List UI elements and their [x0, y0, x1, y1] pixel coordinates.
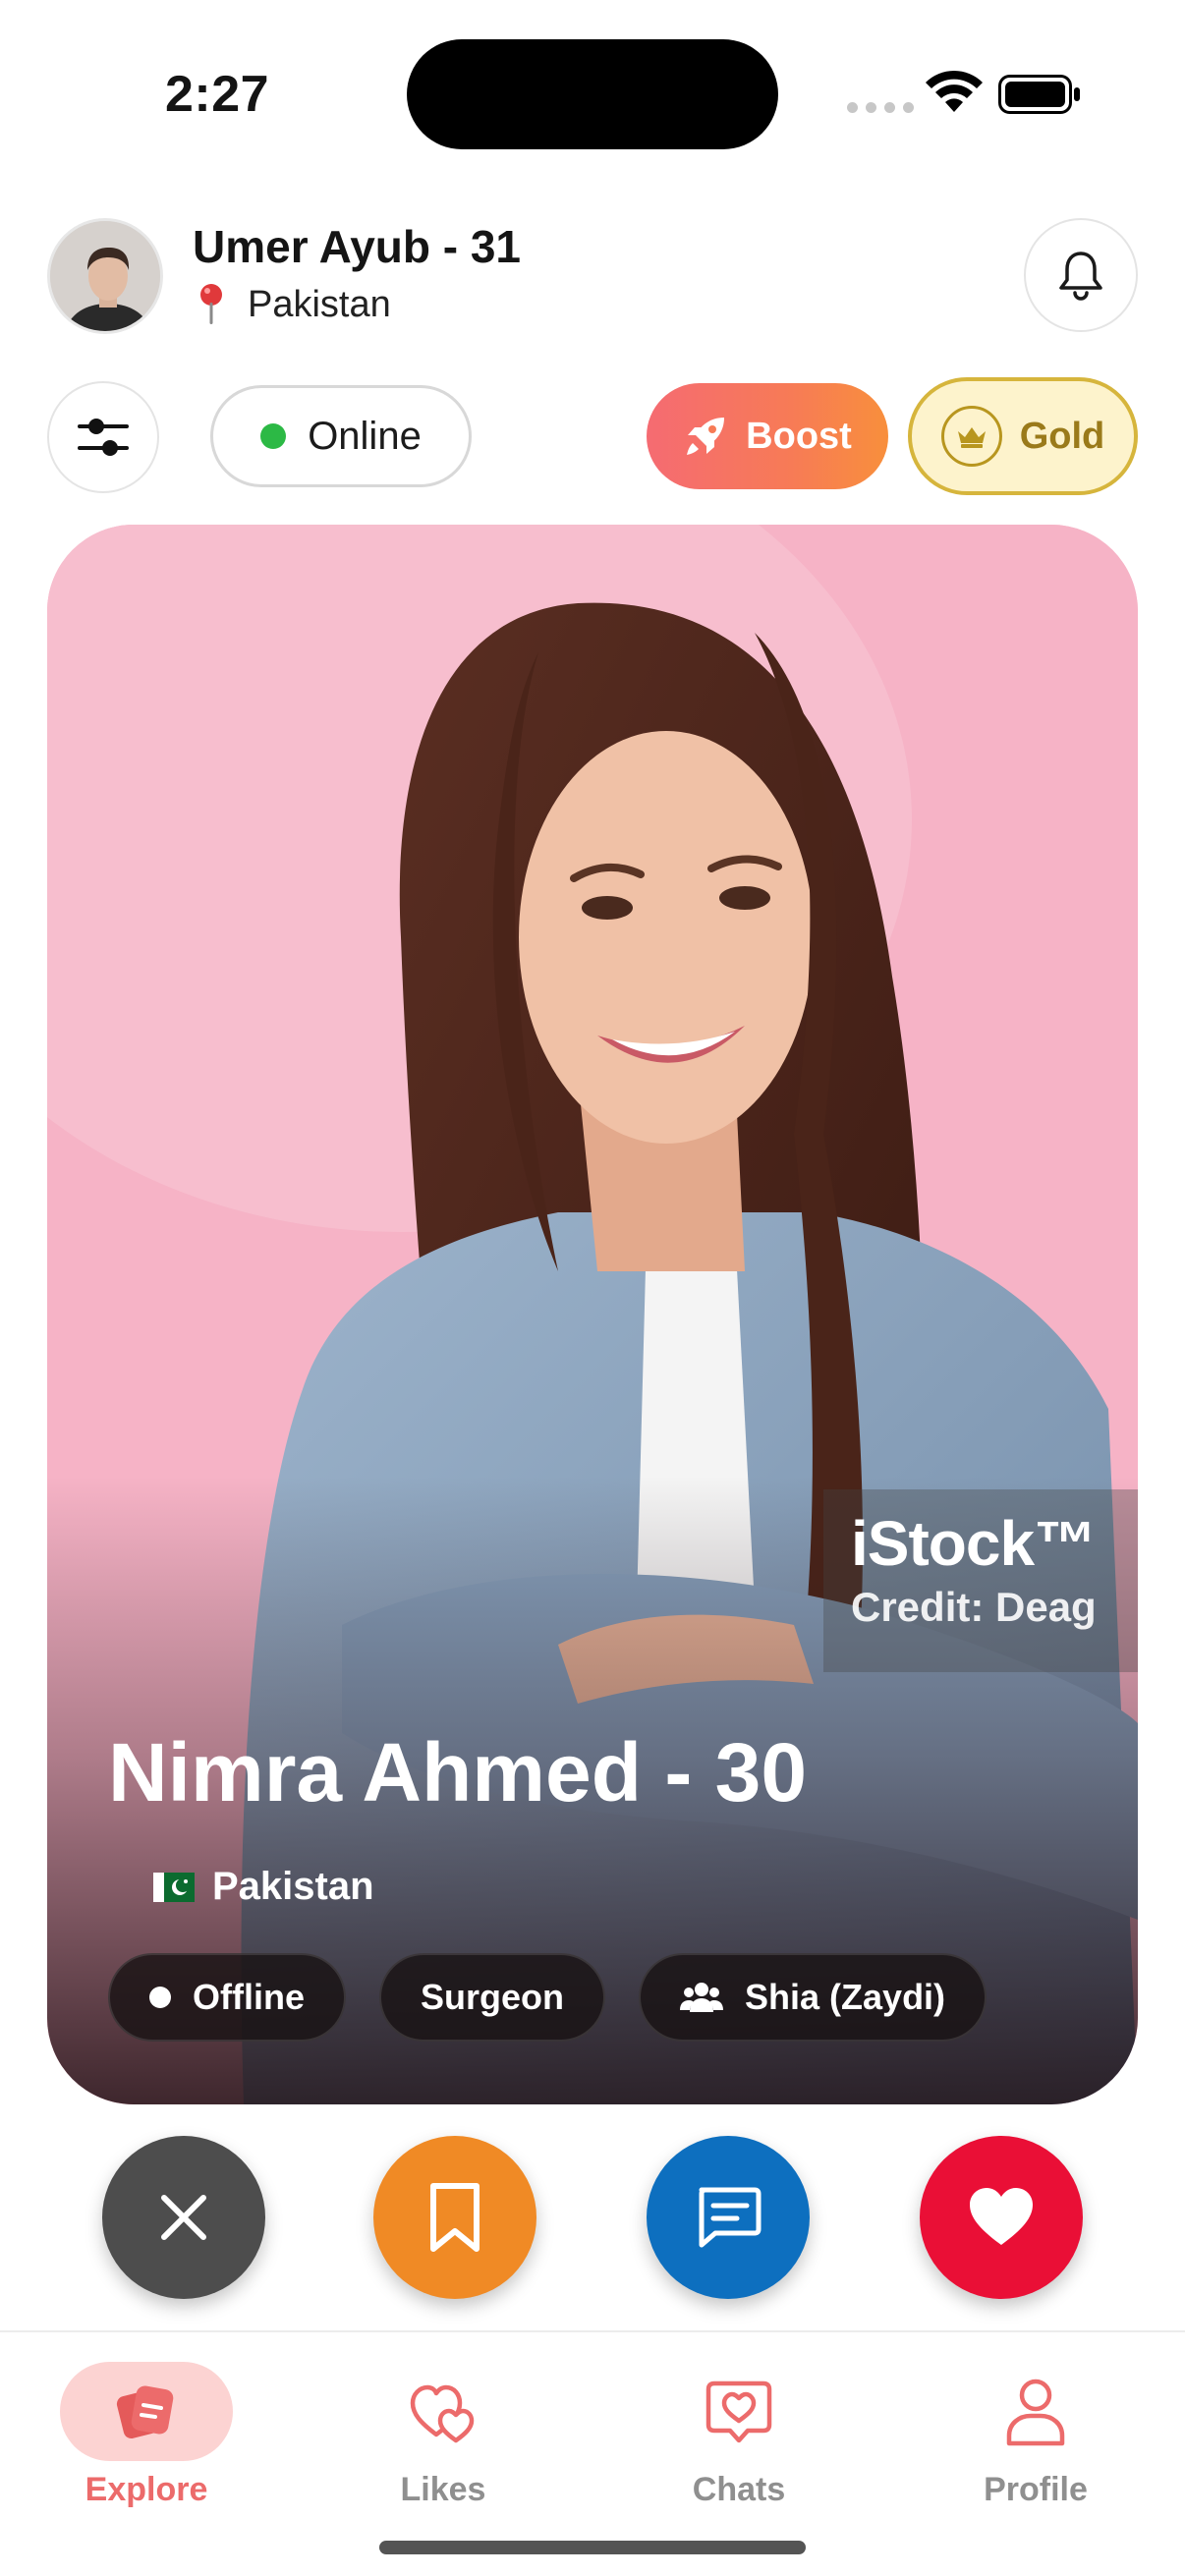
user-avatar-image [50, 221, 160, 331]
save-button[interactable] [373, 2136, 536, 2299]
like-button[interactable] [920, 2136, 1083, 2299]
dot-icon [149, 1987, 171, 2008]
nav-chats-label: Chats [692, 2471, 786, 2508]
match-location: Pakistan [153, 1865, 374, 1909]
group-icon [680, 1983, 724, 2012]
nav-explore[interactable]: Explore [48, 2362, 245, 2509]
nav-chats[interactable]: Chats [641, 2362, 837, 2509]
filter-button[interactable] [47, 381, 159, 493]
dynamic-island [407, 39, 778, 149]
user-location-label: Pakistan [248, 283, 391, 325]
gold-label: Gold [1019, 415, 1105, 457]
message-button[interactable] [647, 2136, 810, 2299]
nav-profile[interactable]: Profile [937, 2362, 1134, 2509]
home-indicator [379, 2541, 806, 2554]
online-status-label: Online [308, 414, 422, 458]
message-icon [699, 2187, 762, 2248]
bell-icon [1059, 252, 1102, 301]
nav-profile-label: Profile [984, 2471, 1088, 2508]
nav-divider [0, 2330, 1185, 2332]
gold-button[interactable]: Gold [908, 377, 1138, 495]
wifi-icon [926, 70, 983, 112]
battery-icon [998, 75, 1080, 114]
nav-likes[interactable]: Likes [345, 2362, 541, 2509]
heart-chat-icon [705, 2380, 772, 2442]
tag-sect: Shia (Zaydi) [639, 1953, 988, 2042]
watermark-credit: Credit: Deag [851, 1584, 1097, 1630]
online-status-toggle[interactable]: Online [210, 385, 472, 487]
watermark: iStock™ Credit: Deag [823, 1489, 1138, 1672]
online-dot-icon [260, 423, 287, 449]
match-name: Nimra Ahmed - 30 [108, 1726, 808, 1819]
cards-icon [116, 2384, 174, 2438]
match-location-label: Pakistan [212, 1865, 374, 1908]
boost-label: Boost [746, 415, 852, 457]
bookmark-icon [430, 2183, 480, 2252]
person-icon [1006, 2379, 1065, 2445]
tag-profession-label: Surgeon [421, 1977, 565, 2017]
user-location: Pakistan [197, 283, 391, 326]
sliders-icon [78, 419, 129, 456]
close-icon [161, 2195, 206, 2240]
tag-status-label: Offline [193, 1977, 305, 2017]
hearts-icon [410, 2384, 475, 2442]
tag-sect-label: Shia (Zaydi) [745, 1977, 946, 2017]
boost-button[interactable]: Boost [647, 383, 888, 489]
tag-profession: Surgeon [379, 1953, 606, 2042]
rocket-icon [687, 418, 725, 455]
watermark-brand: iStock™ [851, 1508, 1097, 1579]
cellular-signal-icon [847, 102, 914, 113]
user-name: Umer Ayub - 31 [193, 221, 522, 272]
pakistan-flag-icon [153, 1872, 195, 1902]
nav-explore-label: Explore [85, 2471, 208, 2508]
nav-likes-label: Likes [400, 2471, 486, 2508]
pass-button[interactable] [102, 2136, 265, 2299]
crown-icon [940, 406, 1002, 467]
notifications-button[interactable] [1024, 218, 1138, 332]
user-avatar[interactable] [47, 218, 163, 334]
nav-explore-icon-wrap [60, 2362, 233, 2461]
nav-profile-icon-wrap [949, 2362, 1122, 2461]
profile-card[interactable]: iStock™ Credit: Deag Nimra Ahmed - 30 Pa… [47, 525, 1138, 2104]
match-tags: Offline Surgeon Shia (Zaydi) [108, 1953, 988, 2042]
status-time: 2:27 [165, 66, 270, 123]
heart-icon [970, 2188, 1033, 2245]
pin-icon [200, 284, 222, 324]
nav-chats-icon-wrap [652, 2362, 825, 2461]
nav-likes-icon-wrap [357, 2362, 530, 2461]
tag-status: Offline [108, 1953, 346, 2042]
